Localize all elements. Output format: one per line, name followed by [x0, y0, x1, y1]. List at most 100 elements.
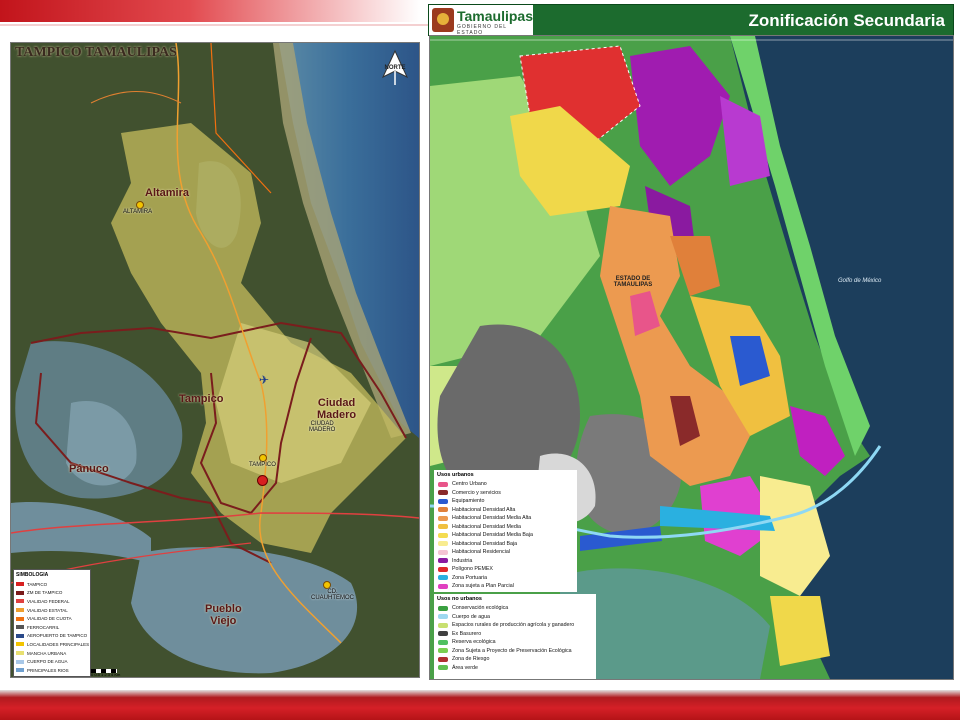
nonurban-legend-row: Conservación ecológica: [434, 604, 596, 613]
nonurban-legend-row: Reserva ecológica: [434, 638, 596, 647]
label-panuco: Pánuco: [69, 463, 109, 475]
legend-items: TAMPICO ZM DE TAMPICO VIALIDAD FEDERAL VIAL…: [14, 580, 90, 675]
nonurban-legend-label: Espacios rurales de producción agrícola …: [452, 622, 575, 629]
urban-legend-label: Habitacional Densidad Baja: [452, 540, 518, 547]
urban-legend-swatch: [438, 566, 448, 572]
urban-legend-row: Habitacional Residencial: [434, 548, 577, 557]
left-legend-label: PRINCIPALES RIOS: [27, 667, 69, 673]
nonurban-legend-row: Ex Basurero: [434, 630, 596, 639]
locality-marker-altamira: [136, 201, 144, 209]
nonurban-legend-swatch: [438, 631, 448, 637]
left-legend-label: CUERPO DE AGUA: [27, 659, 68, 665]
label-pueblo-viejo: Pueblo Viejo: [205, 603, 242, 627]
urban-legend-row: Zona Portuaria: [434, 574, 577, 583]
left-legend-row: AEROPUERTO DE TAMPICO: [14, 632, 90, 641]
urban-legend-row: Industria: [434, 557, 577, 566]
left-legend-row: FERROCARRIL: [14, 623, 90, 632]
top-divider: [0, 24, 430, 26]
nonurban-legend-items: Conservación ecológica Cuerpo de agua Espa…: [434, 604, 596, 672]
nonurban-legend-label: Zona Sujeta a Proyecto de Preservación E…: [452, 647, 572, 654]
left-legend-swatch: [16, 642, 24, 647]
left-map-legend: SIMBOLOGIA TAMPICO ZM DE TAMPICO VIALIDAD …: [13, 569, 91, 677]
top-red-band: [0, 0, 420, 22]
urban-legend-row: Centro Urbano: [434, 480, 577, 489]
urban-legend-label: Centro Urbano: [452, 481, 487, 488]
government-logo: Tamaulipas GOBIERNO DEL ESTADO: [429, 5, 533, 36]
urban-legend-title: Usos urbanos: [437, 472, 474, 478]
urban-legend-label: Industria: [452, 557, 473, 564]
left-legend-label: AEROPUERTO DE TAMPICO: [27, 633, 88, 639]
urban-legend-swatch: [438, 583, 448, 589]
urban-legend-swatch: [438, 498, 448, 504]
left-legend-row: VIALIDAD FEDERAL: [14, 597, 90, 606]
left-legend-row: ZM DE TAMPICO: [14, 589, 90, 598]
left-legend-swatch: [16, 590, 24, 595]
tampico-city-marker: [257, 475, 268, 486]
urban-legend-label: Habitacional Densidad Media Baja: [452, 532, 533, 539]
urban-legend-items: Centro Urbano Comercio y servicios Equipam…: [434, 480, 577, 591]
left-legend-swatch: [16, 582, 24, 587]
state-seal-icon: [432, 8, 454, 32]
urban-legend-row: Habitacional Densidad Alta: [434, 506, 577, 515]
logo-name: Tamaulipas: [457, 8, 533, 24]
left-legend-row: VIALIDAD DE CUOTA: [14, 614, 90, 623]
north-label: NORTE: [384, 65, 406, 71]
left-legend-row: MANCHA URBANA: [14, 649, 90, 658]
label-tampico: Tampico: [179, 393, 224, 405]
urban-legend-row: Comercio y servicios: [434, 489, 577, 498]
nonurban-legend-row: Zona de Riesgo: [434, 655, 596, 664]
left-legend-swatch: [16, 616, 24, 621]
nonurban-legend-swatch: [438, 614, 448, 620]
urban-legend-label: Habitacional Densidad Media Alta: [452, 515, 532, 522]
urban-legend-row: Equipamiento: [434, 497, 577, 506]
urban-legend-swatch: [438, 532, 448, 538]
nonurban-legend-label: Zona de Riesgo: [452, 656, 490, 663]
locality-marker-tampico: [259, 454, 267, 462]
left-legend-label: MANCHA URBANA: [27, 650, 67, 656]
nonurban-legend-row: Cuerpo de agua: [434, 613, 596, 622]
left-legend-label: VIALIDAD DE CUOTA: [27, 616, 72, 622]
urban-legend-row: Habitacional Densidad Media Alta: [434, 514, 577, 523]
nonurban-legend-swatch: [438, 656, 448, 662]
left-legend-swatch: [16, 633, 24, 638]
page-title: Zonificación Secundaria: [748, 11, 946, 30]
left-legend-row: VIALIDAD ESTATAL: [14, 606, 90, 615]
urban-legend-label: Habitacional Residencial: [452, 549, 511, 556]
urban-legend-row: Habitacional Densidad Media: [434, 523, 577, 532]
left-map-title: TAMPICO TAMAULIPAS: [15, 45, 177, 60]
left-legend-row: LOCALIDADES PRINCIPALES: [14, 640, 90, 649]
left-legend-row: CUERPO DE AGUA: [14, 657, 90, 666]
nonurban-legend-label: Reserva ecológica: [452, 639, 496, 646]
legend-title: SIMBOLOGIA: [16, 572, 49, 578]
urban-uses-legend: Usos urbanos Centro Urbano Comercio y ser…: [434, 470, 577, 592]
left-legend-label: VIALIDAD ESTATAL: [27, 607, 68, 613]
left-satellite-map: TAMPICO TAMAULIPAS NORTE Altamira ALTAMI…: [10, 42, 420, 678]
nonurban-legend-row: Área verde: [434, 664, 596, 673]
left-legend-row: TAMPICO: [14, 580, 90, 589]
urban-legend-row: Polígono PEMEX: [434, 565, 577, 574]
urban-legend-label: Polígono PEMEX: [452, 566, 493, 573]
urban-legend-swatch: [438, 541, 448, 547]
nonurban-legend-title: Usos no urbanos: [437, 596, 482, 602]
left-legend-swatch: [16, 625, 24, 630]
locality-cuauhtemoc: CD. CUAUHTEMOC: [311, 589, 354, 601]
locality-marker-cuauhtemoc: [323, 581, 331, 589]
urban-legend-swatch: [438, 507, 448, 513]
nonurban-legend-swatch: [438, 622, 448, 628]
right-zoning-map: ESTADO DE TAMAULIPAS Golfo de México Uso…: [429, 35, 954, 680]
label-altamira: Altamira: [145, 187, 190, 199]
label-gulf: Golfo de México: [838, 278, 882, 284]
urban-legend-label: Zona Portuaria: [452, 574, 488, 581]
urban-legend-swatch: [438, 490, 448, 496]
nonurban-legend-swatch: [438, 665, 448, 671]
left-legend-row: PRINCIPALES RIOS: [14, 666, 90, 675]
urban-legend-label: Habitacional Densidad Media: [452, 523, 521, 530]
scale-label: 0 0.5 1 2 3 4 Km: [91, 672, 121, 677]
left-legend-label: VIALIDAD FEDERAL: [27, 598, 70, 604]
bottom-red-band: [0, 690, 960, 720]
locality-altamira: ALTAMIRA: [123, 209, 153, 215]
nonurban-legend-swatch: [438, 605, 448, 611]
airport-icon: ✈: [259, 373, 270, 387]
urban-legend-label: Equipamiento: [452, 498, 485, 505]
left-legend-swatch: [16, 668, 24, 673]
